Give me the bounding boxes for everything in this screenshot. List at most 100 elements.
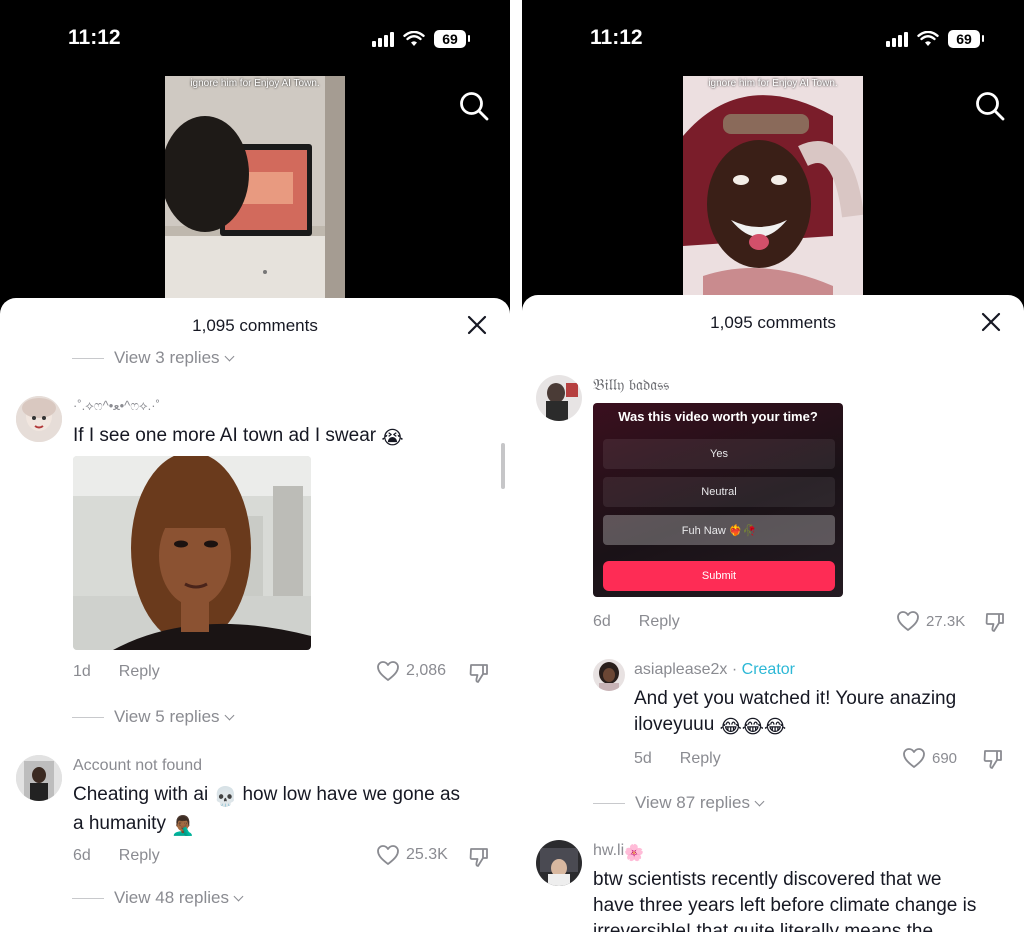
comments-sheet: 1,095 comments View 3 replies ·˚.⟡ෆ^•ﻌ•^… bbox=[0, 298, 510, 932]
blossom-emoji-icon: 🌸 bbox=[624, 845, 645, 862]
view-replies-button[interactable]: View 3 replies bbox=[72, 348, 234, 368]
comment-text: btw scientists recently discovered that … bbox=[593, 867, 1018, 932]
comment-age: 1d bbox=[73, 663, 91, 680]
comment-text-line-1b: how low have we gone as bbox=[242, 784, 461, 805]
chevron-down-icon bbox=[233, 891, 244, 901]
comment-text-line-2: have three years left before climate cha… bbox=[593, 895, 977, 916]
view-replies-label: View 87 replies bbox=[635, 793, 750, 812]
view-replies-button[interactable]: View 48 replies bbox=[72, 888, 244, 908]
left-screenshot: 11:12 69 ignore him for Enjoy AI Town. 1… bbox=[0, 0, 510, 932]
reply-text-line-2: iloveyuuu bbox=[634, 714, 715, 735]
creator-badge: Creator bbox=[741, 661, 795, 678]
comments-sheet: 1,095 comments 𝔅𝔦𝔩𝔩𝔶 𝔟𝔞𝔡𝔞𝔰𝔰 Was this vid… bbox=[522, 295, 1024, 932]
view-replies-label: View 48 replies bbox=[114, 888, 229, 907]
view-replies-button[interactable]: View 5 replies bbox=[72, 707, 234, 727]
avatar-image bbox=[16, 755, 62, 801]
reply-username[interactable]: asiaplease2x · Creator bbox=[634, 661, 795, 679]
video-thumbnail[interactable]: ignore him for Enjoy AI Town. bbox=[683, 76, 863, 298]
poll-option-yes[interactable]: Yes bbox=[603, 439, 835, 469]
avatar-image bbox=[593, 659, 625, 691]
crying-emoji-icon: 😭 bbox=[381, 428, 404, 449]
video-caption: ignore him for Enjoy AI Town. bbox=[190, 78, 320, 89]
comment-username[interactable]: Account not found bbox=[73, 757, 202, 775]
video-thumbnail[interactable]: ignore him for Enjoy AI Town. bbox=[165, 76, 345, 300]
poll-option-fuh-naw[interactable]: Fuh Naw ❤️‍🔥🥀 bbox=[603, 515, 835, 545]
comment-count: 1,095 comments bbox=[710, 313, 836, 332]
chevron-down-icon bbox=[224, 351, 234, 361]
reply-text: And yet you watched it! Youre anazing il… bbox=[634, 686, 1014, 741]
like-button[interactable]: 2,086 bbox=[376, 660, 446, 682]
scrollbar[interactable] bbox=[501, 443, 505, 489]
poll-submit-button[interactable]: Submit bbox=[603, 561, 835, 591]
comment-username[interactable]: ·˚.⟡ෆ^•ﻌ•^ෆ⟡.·˚ bbox=[73, 398, 160, 414]
reply-text-line-1: And yet you watched it! Youre anazing bbox=[634, 688, 957, 709]
poll-option-neutral[interactable]: Neutral bbox=[603, 477, 835, 507]
search-icon[interactable] bbox=[458, 90, 490, 122]
right-screenshot: 11:12 69 ignore him for Enjoy AI Town. 1… bbox=[522, 0, 1024, 932]
video-frame-image bbox=[165, 76, 345, 300]
cellular-signal-icon bbox=[886, 31, 908, 47]
poll-question: Was this video worth your time? bbox=[618, 409, 818, 424]
poll-card: Was this video worth your time? Yes Neut… bbox=[593, 403, 843, 597]
facepalm-emoji-icon: 🤦🏾‍♂️ bbox=[171, 816, 195, 837]
avatar-image bbox=[536, 375, 582, 421]
heart-icon bbox=[377, 845, 399, 865]
reply-button[interactable]: Reply bbox=[639, 613, 680, 631]
divider bbox=[72, 897, 104, 899]
close-icon[interactable] bbox=[466, 314, 488, 336]
comment-count: 1,095 comments bbox=[192, 316, 318, 335]
heart-icon bbox=[377, 661, 399, 681]
divider bbox=[72, 357, 104, 359]
comment-text-line-1: btw scientists recently discovered that … bbox=[593, 869, 942, 890]
avatar-image bbox=[16, 396, 62, 442]
comment-text-line-3: irreversible! that quite literally means… bbox=[593, 921, 934, 932]
avatar[interactable] bbox=[536, 840, 582, 886]
reply-button[interactable]: Reply bbox=[119, 847, 160, 865]
avatar[interactable] bbox=[536, 375, 582, 421]
search-icon[interactable] bbox=[974, 90, 1006, 122]
avatar[interactable] bbox=[593, 659, 625, 691]
view-replies-label: View 5 replies bbox=[114, 707, 220, 726]
like-count: 25.3K bbox=[406, 846, 448, 863]
comment-text-body: If I see one more AI town ad I swear bbox=[73, 425, 377, 446]
comment-image[interactable] bbox=[73, 456, 311, 650]
close-icon[interactable] bbox=[980, 311, 1002, 333]
comment-meta: 6d Reply bbox=[73, 847, 160, 865]
status-time: 11:12 bbox=[590, 26, 643, 49]
reply-button[interactable]: Reply bbox=[119, 663, 160, 681]
skull-emoji-icon: 💀 bbox=[213, 787, 238, 808]
dot-separator: · bbox=[731, 661, 738, 678]
dislike-icon[interactable] bbox=[468, 662, 490, 684]
like-button[interactable]: 690 bbox=[902, 747, 957, 769]
view-replies-button[interactable]: View 87 replies bbox=[593, 793, 765, 813]
battery-indicator: 69 bbox=[948, 30, 984, 48]
chevron-down-icon bbox=[754, 796, 765, 806]
heart-icon bbox=[897, 611, 919, 631]
reply-button[interactable]: Reply bbox=[680, 750, 721, 768]
dislike-icon[interactable] bbox=[984, 611, 1006, 633]
comment-username[interactable]: 𝔅𝔦𝔩𝔩𝔶 𝔟𝔞𝔡𝔞𝔰𝔰 bbox=[593, 377, 669, 395]
status-time: 11:12 bbox=[68, 26, 121, 49]
avatar-image bbox=[536, 840, 582, 886]
battery-indicator: 69 bbox=[434, 30, 470, 48]
reply-age: 5d bbox=[634, 750, 652, 767]
cellular-signal-icon bbox=[372, 31, 394, 47]
status-bar: 11:12 69 bbox=[0, 24, 510, 54]
laughing-emoji-icon: 😂😂😂 bbox=[719, 717, 787, 738]
view-replies-label: View 3 replies bbox=[114, 348, 220, 367]
video-frame-image bbox=[683, 76, 863, 298]
comment-text: Cheating with ai 💀 how low have we gone … bbox=[73, 782, 503, 840]
dislike-icon[interactable] bbox=[982, 748, 1004, 770]
comment-text-line-1: Cheating with ai bbox=[73, 784, 209, 805]
avatar[interactable] bbox=[16, 755, 62, 801]
heart-icon bbox=[903, 748, 925, 768]
avatar[interactable] bbox=[16, 396, 62, 442]
comment-text-line-2: a humanity bbox=[73, 813, 166, 834]
like-count: 27.3K bbox=[926, 612, 966, 630]
comment-username[interactable]: hw.li🌸 bbox=[593, 842, 644, 863]
chevron-down-icon bbox=[224, 710, 234, 720]
like-button[interactable]: 25.3K bbox=[376, 844, 448, 866]
dislike-icon[interactable] bbox=[468, 846, 490, 868]
comment-age: 6d bbox=[73, 847, 91, 864]
like-button[interactable]: 27.3K bbox=[896, 610, 965, 632]
